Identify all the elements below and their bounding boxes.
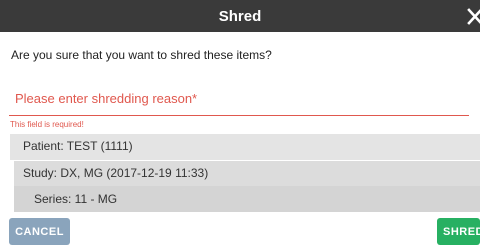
confirmation-question: Are you sure that you want to shred thes… — [11, 48, 272, 62]
series-item: Series: 11 - MG — [14, 186, 480, 212]
close-icon[interactable] — [466, 4, 480, 30]
shred-button[interactable]: SHRED — [437, 218, 480, 245]
patient-item: Patient: TEST (1111) — [10, 134, 480, 160]
shred-dialog: Shred Are you sure that you want to shre… — [0, 0, 480, 248]
study-item: Study: DX, MG (2017-12-19 11:33) — [14, 161, 480, 186]
close-button[interactable] — [466, 4, 480, 30]
reason-error-message: This field is required! — [10, 120, 84, 129]
dialog-title: Shred — [218, 8, 262, 25]
cancel-button[interactable]: CANCEL — [9, 218, 70, 245]
shredding-reason-input[interactable] — [9, 82, 469, 116]
